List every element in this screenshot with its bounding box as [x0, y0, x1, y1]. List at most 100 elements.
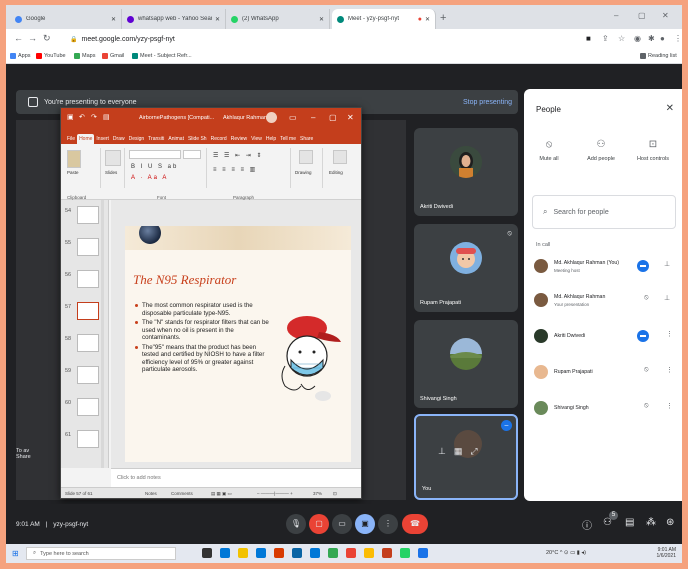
whatsapp-icon[interactable] — [400, 548, 410, 558]
drawing-icon[interactable] — [299, 150, 313, 164]
powerpoint-icon[interactable] — [346, 548, 356, 558]
minimize-button[interactable]: – — [614, 11, 618, 20]
current-slide[interactable]: The N95 Respirator The most common respi… — [125, 226, 351, 462]
maximize-button[interactable]: ▢ — [329, 113, 337, 122]
slide-thumb[interactable]: 60 — [65, 398, 105, 422]
present-button[interactable]: ▣ — [355, 514, 375, 534]
extension-icon[interactable]: ◉ — [634, 34, 641, 43]
tell-me-search[interactable]: Tell me — [278, 134, 298, 144]
pin-icon[interactable]: ⊥ — [664, 294, 670, 302]
slide-thumb[interactable]: 61 — [65, 430, 105, 454]
slide-thumb-selected[interactable]: 57 — [65, 302, 105, 326]
user-avatar[interactable] — [266, 112, 277, 123]
camera-indicator-icon[interactable]: ■ — [586, 34, 591, 43]
menu-design[interactable]: Design — [127, 134, 147, 144]
app-icon[interactable] — [418, 548, 428, 558]
bookmark-youtube[interactable]: YouTube — [36, 53, 66, 59]
share-button[interactable]: Share — [298, 134, 315, 144]
fit-slide-icon[interactable]: ⊡ — [333, 491, 337, 497]
ribbon-display-icon[interactable]: ▭ — [289, 113, 297, 122]
new-slide-icon[interactable] — [105, 150, 121, 166]
add-people-button[interactable]: ⚇ Add people — [576, 139, 626, 162]
slide-thumb[interactable]: 56 — [65, 270, 105, 294]
slideshow-icon[interactable]: ▤ — [103, 113, 110, 121]
app-icon[interactable] — [310, 548, 320, 558]
menu-review[interactable]: Review — [229, 134, 249, 144]
camera-off-button[interactable]: ▢ — [309, 514, 329, 534]
thumbnail-scrollbar[interactable] — [101, 200, 104, 468]
people-list-item[interactable]: Rupam Prajapati ⦸ ⋮ — [532, 363, 680, 387]
menu-view[interactable]: View — [249, 134, 264, 144]
store-icon[interactable] — [256, 548, 266, 558]
chat-icon[interactable]: ▤ — [625, 517, 634, 528]
people-search-input[interactable]: ⌕ Search for people — [532, 195, 676, 229]
tab-meet[interactable]: Meet - yzy-psgf-nyt ● ✕ — [332, 9, 436, 29]
profile-avatar[interactable]: ● — [660, 34, 665, 43]
bookmark-maps[interactable]: Maps — [74, 53, 95, 59]
menu-draw[interactable]: Draw — [111, 134, 127, 144]
people-list-item[interactable]: Shivangi Singh ⦸ ⋮ — [532, 399, 680, 423]
url-bar[interactable]: 🔒 meet.google.com/yzy-psgf-nyt — [64, 32, 574, 46]
font-size-select[interactable] — [183, 150, 201, 159]
file-explorer-icon[interactable] — [238, 548, 248, 558]
powerpoint-window[interactable]: ▣ ↶ ↷ ▤ AirbornePathogens [Compati... Ak… — [60, 107, 362, 499]
close-panel-button[interactable]: ✕ — [666, 103, 674, 114]
pin-icon[interactable]: ⊥ — [438, 446, 446, 457]
menu-home[interactable]: Home — [77, 134, 95, 144]
menu-animations[interactable]: Animat — [166, 134, 186, 144]
menu-transitions[interactable]: Transiti — [146, 134, 166, 144]
menu-file[interactable]: File — [65, 134, 77, 144]
chrome-icon[interactable] — [328, 548, 338, 558]
menu-record[interactable]: Record — [209, 134, 229, 144]
host-controls-icon[interactable]: ⊛ — [666, 517, 674, 528]
captions-button[interactable]: ▭ — [332, 514, 352, 534]
slide-thumb[interactable]: 59 — [65, 366, 105, 390]
more-options-button[interactable]: ⋮ — [378, 514, 398, 534]
forward-button[interactable]: → — [28, 33, 37, 43]
close-button[interactable]: ✕ — [347, 113, 354, 122]
notes-placeholder[interactable]: Click to add notes — [111, 468, 361, 488]
close-icon[interactable]: ✕ — [215, 16, 220, 23]
people-list-item[interactable]: Md. Akhlaqur Rahman Your presentation ⦸ … — [532, 291, 680, 315]
editing-icon[interactable] — [333, 150, 347, 164]
window-close-button[interactable]: ✕ — [662, 11, 669, 20]
menu-slideshow[interactable]: Slide Sh — [186, 134, 209, 144]
windows-start-icon[interactable]: ⊞ — [12, 549, 19, 558]
new-tab-button[interactable]: + — [440, 12, 446, 24]
puzzle-icon[interactable]: ✱ — [648, 34, 655, 43]
more-options-icon[interactable]: ⋮ — [666, 330, 673, 338]
close-icon[interactable]: ✕ — [111, 16, 116, 23]
options-icon[interactable]: – — [501, 420, 512, 431]
expand-icon[interactable]: ⤢ — [470, 446, 477, 457]
save-icon[interactable]: ▣ — [67, 113, 74, 121]
font-format-icons[interactable]: B I U S ab — [131, 164, 178, 170]
undo-icon[interactable]: ↶ — [79, 113, 85, 121]
redo-icon[interactable]: ↷ — [91, 113, 97, 121]
star-icon[interactable]: ☆ — [618, 34, 625, 43]
list-icons[interactable]: ☰ ☰ ⇤ ⇥ ⇕ — [213, 152, 264, 159]
bookmark-meet[interactable]: Meet - Subject Refr... — [132, 53, 192, 59]
minimize-button[interactable]: – — [311, 113, 315, 122]
view-buttons[interactable]: ▤ ▦ ▣ ▭ — [211, 491, 232, 497]
slide-thumb[interactable]: 58 — [65, 334, 105, 358]
font-color-icons[interactable]: A · Aa A — [131, 175, 168, 181]
frame-icon[interactable]: ▦ — [454, 446, 463, 457]
close-icon[interactable]: ✕ — [319, 16, 324, 23]
participant-tile-shivangi[interactable]: Shivangi Singh — [414, 320, 518, 408]
tab-yahoo[interactable]: whatsapp web - Yahoo Search R ✕ — [122, 9, 226, 29]
reload-button[interactable]: ↻ — [43, 33, 51, 44]
paste-icon[interactable] — [67, 150, 81, 168]
more-options-icon[interactable]: ⋮ — [666, 366, 673, 374]
close-icon[interactable]: ✕ — [425, 16, 430, 23]
taskbar-search[interactable]: ⌕ Type here to search — [26, 547, 176, 560]
tab-whatsapp[interactable]: (2) WhatsApp ✕ — [226, 9, 330, 29]
font-name-select[interactable] — [129, 150, 181, 159]
notes-button[interactable]: Notes — [145, 491, 157, 496]
participant-tile-akriti[interactable]: Akriti Dwivedi — [414, 128, 518, 216]
mute-all-button[interactable]: ⦸ Mute all — [524, 139, 574, 162]
bookmark-gmail[interactable]: Gmail — [102, 53, 124, 59]
activities-icon[interactable]: ⁂ — [646, 517, 656, 528]
system-tray-weather[interactable]: 20°C ^ ⊙ ▭ ▮ ◂) — [546, 550, 586, 556]
host-controls-button[interactable]: ⊡ Host controls — [628, 139, 678, 162]
stop-presenting-button[interactable]: Stop presenting — [463, 99, 512, 106]
